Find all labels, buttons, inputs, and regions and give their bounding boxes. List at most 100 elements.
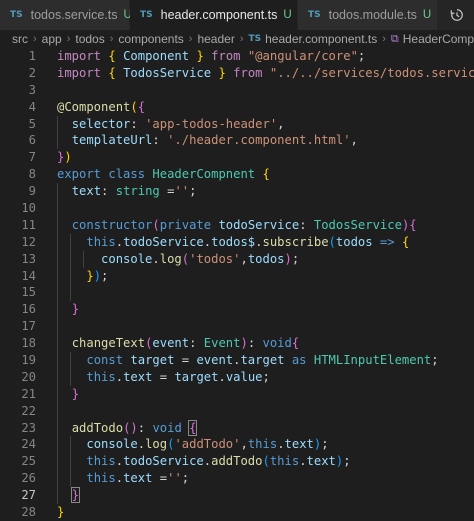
tab-actions [438,0,474,30]
line-number: 2 [28,65,36,80]
code-text: this.todoService.todos$.subscribe(todos … [86,234,410,249]
line-number: 26 [21,471,36,486]
code-text: selector: 'app-todos-header', [71,116,285,131]
chevron-right-icon: › [109,33,114,45]
line-number: 4 [28,99,36,114]
breadcrumb-symbol[interactable]: HeaderCompnent [403,32,474,46]
line-number: 12 [21,234,36,249]
line-number: 25 [21,454,36,469]
code-text: constructor(private todoService: TodosSe… [71,217,417,232]
code-text: } [57,505,65,520]
line-number: 20 [21,369,36,384]
chevron-right-icon: › [33,33,37,45]
code-text: export class HeaderCompnent { [57,167,270,182]
tab-label: header.component.ts [160,8,278,22]
breadcrumb-file[interactable]: header.component.ts [265,32,377,46]
line-number: 14 [21,268,36,283]
code-text: const target = event.target as HTMLInput… [86,353,439,368]
code-text: changeText(event: Event): void{ [71,336,300,351]
code-line: 28} [0,504,474,521]
git-status-badge: U [283,9,292,21]
code-line: 21 } [0,385,474,403]
tab-label: todos.module.ts [328,8,417,22]
line-number: 11 [21,217,36,232]
line-number: 24 [21,437,36,452]
line-number: 19 [21,353,36,368]
code-line: 6 templateUrl: './header.component.html'… [0,132,474,150]
typescript-icon: TS [140,10,153,20]
git-status-badge: U [422,9,432,21]
code-text: }) [57,150,72,165]
breadcrumb-item[interactable]: app [42,32,62,46]
tab-header-component[interactable]: TS header.component.ts U ✕ [130,0,312,30]
line-number: 5 [28,116,36,131]
code-text: text: string =''; [71,184,197,199]
tab-bar: TS todos.service.ts U TS header.componen… [0,0,474,30]
breadcrumb-item[interactable]: todos [75,32,104,46]
code-line: 5 selector: 'app-todos-header', [0,115,474,133]
code-text: }); [86,268,109,283]
line-number: 1 [28,49,36,63]
code-line: 23 addTodo(): void { [0,419,474,437]
class-symbol-icon: ⧉ [390,32,399,45]
code-line: 24 console.log('addTodo',this.text); [0,436,474,454]
code-line: 11 constructor(private todoService: Todo… [0,216,474,234]
typescript-icon: TS [308,10,321,20]
breadcrumb: src › app › todos › components › header … [0,30,474,48]
code-text: console.log('todos',todos); [101,251,300,266]
code-line: 7}) [0,149,474,166]
code-line: 20 this.text = target.value; [0,368,474,386]
line-number: 18 [21,336,36,351]
code-line: 17 [0,318,474,336]
tab-todos-module[interactable]: TS todos.module.ts U [298,0,438,30]
code-text: import { Component } from "@angular/core… [57,49,366,63]
code-text: addTodo(): void { [71,419,198,436]
chevron-right-icon: › [239,33,244,45]
line-number: 28 [21,505,36,520]
code-line: 25 this.todoService.addTodo(this.text); [0,453,474,471]
line-number: 3 [28,82,36,97]
history-icon[interactable] [450,8,464,22]
line-number: 13 [21,251,36,266]
code-text: @Component({ [57,99,146,114]
line-number: 17 [21,319,36,334]
code-line-active: 27 } [0,487,474,505]
code-line: 13 console.log('todos',todos); [0,250,474,268]
code-line: 10 [0,200,474,217]
code-text: this.todoService.addTodo(this.text); [86,454,351,469]
code-line: 15 [0,284,474,302]
code-line: 8 export class HeaderCompnent { [0,166,474,183]
code-text: this.text =''; [86,471,190,486]
chevron-right-icon: › [66,33,71,45]
line-number: 21 [21,386,36,401]
chevron-right-icon: › [382,33,386,45]
code-line: 1 import { Component } from "@angular/cor… [0,48,474,65]
code-line: 19 const target = event.target as HTMLIn… [0,352,474,369]
code-line: 9 text: string =''; [0,183,474,201]
code-text: templateUrl: './header.component.html', [71,133,358,148]
line-number: 27 [21,488,36,503]
line-number: 9 [28,184,36,199]
tab-label: todos.service.ts [30,8,118,22]
breadcrumb-item[interactable]: components [118,32,183,46]
tab-todos-service[interactable]: TS todos.service.ts U [0,0,132,30]
code-line: 22 [0,402,474,420]
code-text: } [71,386,80,401]
line-number: 8 [28,167,36,182]
code-line: 3 [0,82,474,99]
code-line: 14 }); [0,267,474,285]
breadcrumb-item[interactable]: src [12,32,28,46]
code-line: 16 } [0,301,474,319]
code-line: 26 this.text =''; [0,470,474,488]
code-line: 18 changeText(event: Event): void{ [0,335,474,353]
code-text: } [71,302,80,317]
line-number: 10 [21,201,36,216]
chevron-right-icon: › [188,33,193,45]
line-number: 15 [21,285,36,300]
breadcrumb-item[interactable]: header [197,32,234,46]
code-editor[interactable]: 1 import { Component } from "@angular/cor… [0,48,474,519]
code-line: 2 import { TodosService } from "../../ser… [0,65,474,82]
code-line: 12 this.todoService.todos$.subscribe(tod… [0,233,474,251]
line-number: 23 [21,420,36,435]
code-text: this.text = target.value; [86,369,270,384]
